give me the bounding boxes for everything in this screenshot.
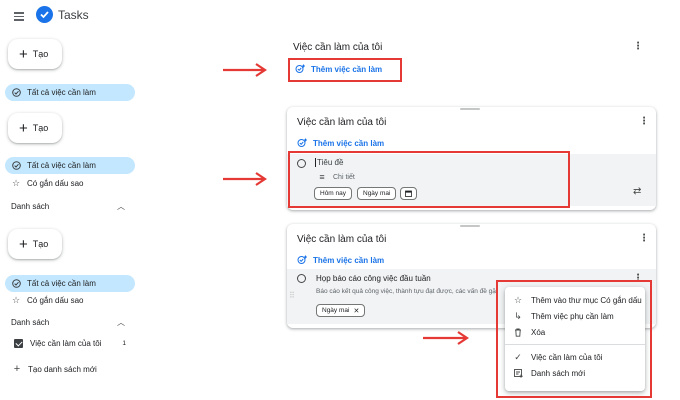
star-icon: ☆	[11, 294, 21, 305]
add-task-button[interactable]: Thêm việc cần làm	[297, 138, 384, 148]
highlight-box	[496, 280, 652, 398]
task-details[interactable]: Báo cáo kết quả công việc, thành tựu đạt…	[316, 288, 506, 295]
tasks-logo-icon	[36, 6, 53, 23]
create-button[interactable]: + Tạo	[8, 39, 62, 69]
plus-icon: +	[13, 363, 21, 375]
plus-icon: +	[19, 45, 28, 63]
drag-dots-icon[interactable]: ⠿	[289, 291, 295, 300]
arrow-icon	[223, 63, 267, 77]
check-circle-icon	[11, 88, 21, 98]
sidebar-item-starred[interactable]: ☆ Có gắn dấu sao	[11, 295, 84, 305]
drag-handle[interactable]	[460, 108, 480, 110]
create-button[interactable]: + Tạo	[8, 229, 62, 259]
close-icon[interactable]: ✕	[353, 307, 359, 315]
highlight-box	[288, 151, 570, 208]
chevron-up-icon[interactable]: ︿	[117, 201, 125, 212]
kebab-icon[interactable]: ⋮	[639, 116, 649, 127]
sidebar-item-all-tasks[interactable]: Tất cả việc cần làm	[5, 275, 135, 292]
menu-icon[interactable]	[14, 10, 24, 21]
create-button[interactable]: + Tạo	[8, 113, 62, 143]
check-circle-icon	[11, 161, 21, 171]
lists-section-header[interactable]: Danh sách ︿	[11, 201, 125, 212]
add-task-icon	[295, 64, 305, 74]
plus-icon: +	[19, 235, 28, 253]
task-complete-radio[interactable]	[297, 274, 306, 283]
card-title: Việc cần làm của tôi	[297, 234, 387, 245]
arrow-icon	[223, 172, 267, 186]
checkbox-icon[interactable]	[14, 339, 23, 348]
star-icon: ☆	[11, 177, 21, 188]
drag-handle[interactable]	[460, 225, 480, 227]
repeat-icon[interactable]: ⇄	[633, 186, 641, 197]
sidebar-item-all-tasks[interactable]: Tất cả việc cần làm	[5, 84, 135, 101]
task-title[interactable]: Họp báo cáo công việc đầu tuần	[316, 274, 431, 283]
chip-date[interactable]: Ngày mai ✕	[316, 304, 366, 317]
check-circle-icon	[11, 279, 21, 289]
app-title: Tasks	[58, 8, 89, 22]
add-task-icon	[297, 138, 307, 148]
add-task-button[interactable]: Thêm việc cần làm	[297, 255, 384, 265]
card-title: Việc cần làm của tôi	[293, 42, 383, 53]
kebab-icon[interactable]: ⋮	[633, 41, 643, 52]
sidebar-new-list[interactable]: + Tạo danh sách mới	[12, 363, 97, 375]
card-title: Việc cần làm của tôi	[297, 117, 387, 128]
sidebar-item-starred[interactable]: ☆ Có gắn dấu sao	[11, 178, 84, 188]
add-task-icon	[297, 255, 307, 265]
sidebar-list-my-tasks[interactable]: Việc cần làm của tôi 1	[14, 339, 126, 348]
plus-icon: +	[19, 119, 28, 137]
sidebar-item-all-tasks[interactable]: Tất cả việc cần làm	[5, 157, 135, 174]
add-task-button[interactable]: Thêm việc cần làm	[295, 64, 382, 74]
chevron-up-icon[interactable]: ︿	[117, 317, 125, 328]
arrow-icon	[423, 331, 469, 345]
kebab-icon[interactable]: ⋮	[639, 233, 649, 244]
lists-section-header[interactable]: Danh sách ︿	[11, 317, 125, 328]
